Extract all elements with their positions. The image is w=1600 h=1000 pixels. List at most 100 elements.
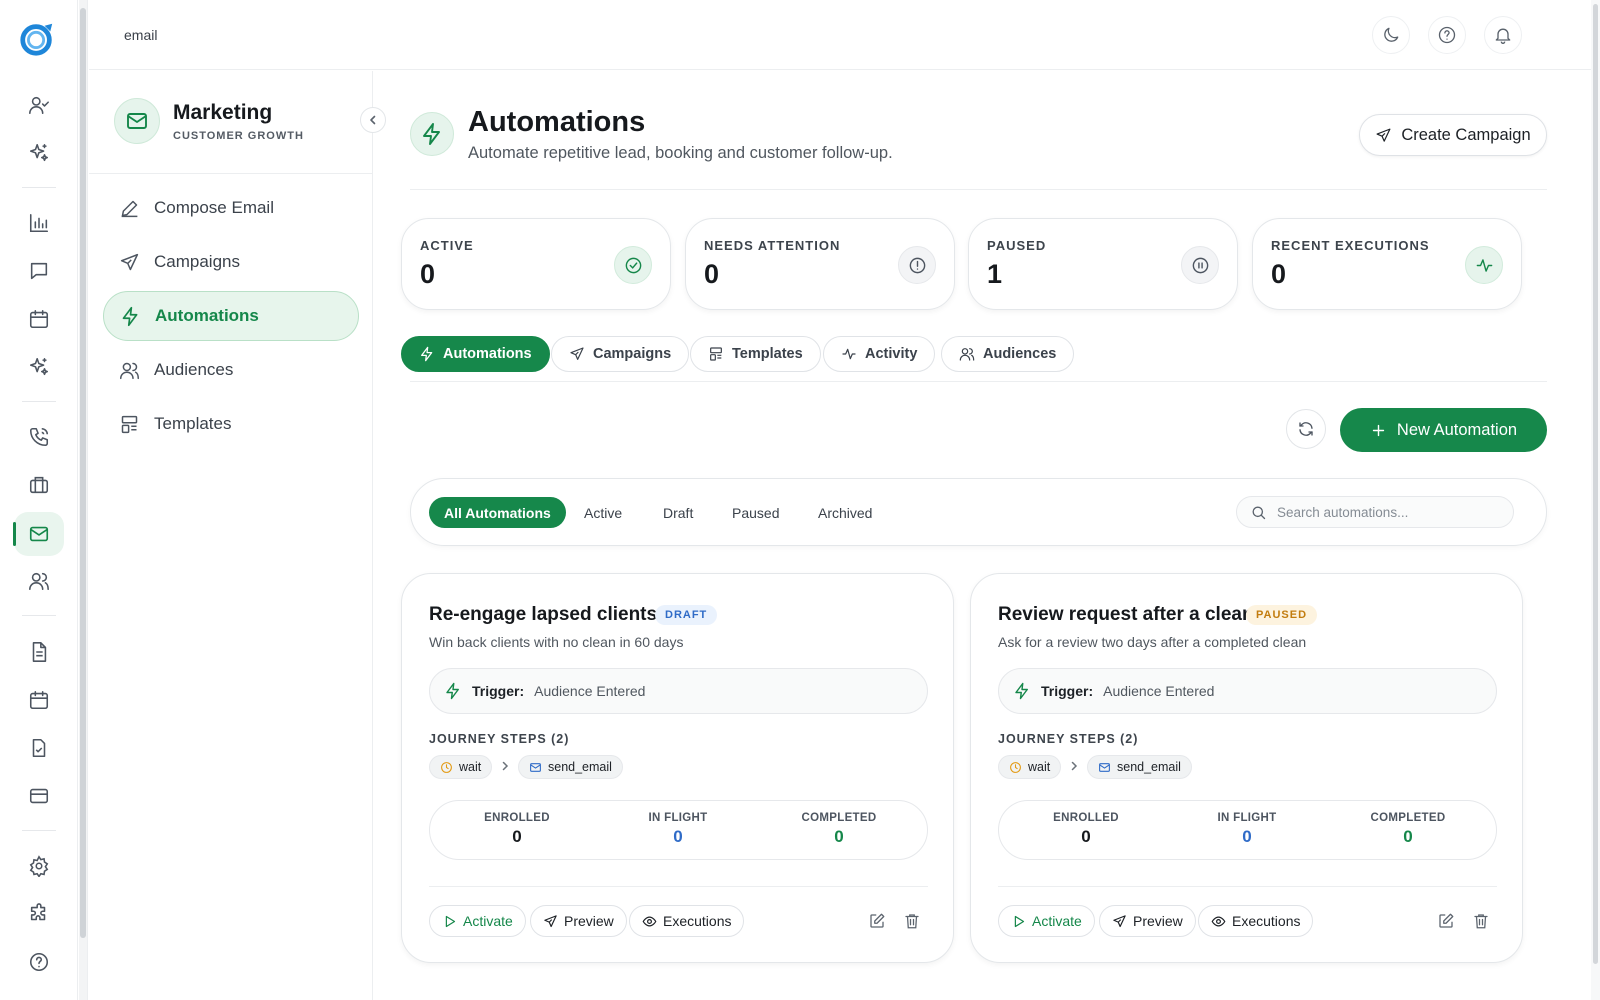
search-icon: [1252, 506, 1266, 519]
stat-label: RECENT EXECUTIONS: [1271, 238, 1430, 253]
metric-value: 0: [1242, 827, 1252, 846]
alert-circle-icon: [898, 246, 936, 284]
rail-divider: [22, 401, 56, 402]
pencil-icon: [121, 200, 138, 217]
chart-icon[interactable]: [24, 208, 54, 238]
create-campaign-button[interactable]: Create Campaign: [1359, 114, 1547, 156]
tab-templates[interactable]: Templates: [690, 336, 821, 372]
calendar-icon[interactable]: [24, 304, 54, 334]
tab-label: Automations: [443, 346, 532, 362]
search-field[interactable]: [1236, 496, 1514, 528]
bolt-icon: [1015, 682, 1028, 700]
collapse-sidebar-button[interactable]: [360, 107, 386, 133]
trigger-label: Trigger:: [472, 683, 525, 699]
trash-icon[interactable]: [1470, 910, 1492, 932]
edit-icon[interactable]: [866, 910, 888, 932]
automation-title[interactable]: Re-engage lapsed clients: [429, 604, 657, 626]
moon-icon[interactable]: [1372, 16, 1410, 54]
filter-active[interactable]: Active: [569, 497, 637, 528]
activate-button[interactable]: Activate: [429, 905, 526, 937]
status-badge: DRAFT: [655, 605, 718, 625]
filter-draft[interactable]: Draft: [648, 497, 708, 528]
mail-icon: [114, 98, 160, 144]
trigger-row: Trigger: Audience Entered: [998, 668, 1497, 714]
tab-label: Campaigns: [593, 346, 672, 362]
activate-label: Activate: [463, 913, 513, 929]
journey-steps-label: JOURNEY STEPS (2): [998, 732, 1139, 746]
gear-icon[interactable]: [24, 851, 54, 881]
mail-icon: [1099, 762, 1110, 772]
filter-bar: All Automations Active Draft Paused Arch…: [410, 478, 1547, 546]
phone-icon[interactable]: [24, 422, 54, 452]
mail-icon[interactable]: [13, 512, 64, 556]
filter-all-automations[interactable]: All Automations: [429, 497, 566, 528]
sidebar-item-campaigns[interactable]: Campaigns: [103, 237, 359, 287]
rail-scrollbar-thumb[interactable]: [80, 8, 86, 938]
document-icon[interactable]: [24, 637, 54, 667]
sidebar-item-automations[interactable]: Automations: [103, 291, 359, 341]
eye-icon: [642, 916, 657, 926]
executions-button[interactable]: Executions: [629, 905, 745, 937]
step-chip-wait[interactable]: wait: [429, 755, 493, 779]
rail-scrollbar[interactable]: [79, 0, 88, 1000]
page-scrollbar-thumb[interactable]: [1593, 4, 1598, 964]
executions-label: Executions: [663, 913, 732, 929]
briefcase-icon[interactable]: [24, 470, 54, 500]
step-chip-send-email[interactable]: send_email: [518, 755, 623, 779]
filter-archived[interactable]: Archived: [803, 497, 887, 528]
step-chip-wait[interactable]: wait: [998, 755, 1062, 779]
users-icon: [959, 348, 975, 361]
metric-completed: COMPLETED 0: [769, 812, 909, 847]
metric-in-flight: IN FLIGHT 0: [1177, 812, 1317, 847]
activate-button[interactable]: Activate: [998, 905, 1095, 937]
rail-divider: [22, 830, 56, 831]
trash-icon[interactable]: [901, 910, 923, 932]
sidebar-item-audiences[interactable]: Audiences: [103, 345, 359, 395]
tab-label: Audiences: [983, 346, 1057, 362]
help-icon[interactable]: [24, 947, 54, 977]
bell-icon[interactable]: [1484, 16, 1522, 54]
step-chip-send-email[interactable]: send_email: [1087, 755, 1192, 779]
tab-activity[interactable]: Activity: [823, 336, 936, 372]
preview-button[interactable]: Preview: [1099, 905, 1196, 937]
tab-automations[interactable]: Automations: [401, 336, 550, 372]
metric-value: 0: [1403, 827, 1413, 846]
trigger-value: Audience Entered: [1103, 683, 1215, 699]
filter-paused[interactable]: Paused: [717, 497, 794, 528]
users-icon[interactable]: [24, 566, 54, 596]
sidebar-item-compose-email[interactable]: Compose Email: [103, 183, 359, 233]
credit-card-icon[interactable]: [24, 781, 54, 811]
help-icon[interactable]: [1428, 16, 1466, 54]
sidebar-item-label: Automations: [155, 306, 259, 325]
clipboard-check-icon[interactable]: [24, 733, 54, 763]
new-automation-button[interactable]: New Automation: [1340, 408, 1547, 452]
step-label: wait: [1028, 760, 1051, 774]
sidebar-item-templates[interactable]: Templates: [103, 399, 359, 449]
metric-label: COMPLETED: [1370, 812, 1446, 824]
chevron-right-icon: [1071, 761, 1078, 771]
edit-icon[interactable]: [1435, 910, 1457, 932]
stat-card-active: ACTIVE 0: [401, 218, 671, 310]
bolt-icon: [122, 306, 138, 326]
tab-audiences[interactable]: Audiences: [941, 336, 1075, 372]
automation-title[interactable]: Review request after a clean: [998, 604, 1254, 626]
template-icon: [121, 415, 138, 433]
create-campaign-label: Create Campaign: [1401, 125, 1531, 144]
page-scrollbar[interactable]: [1591, 0, 1600, 1000]
chat-icon[interactable]: [24, 256, 54, 286]
contact-icon[interactable]: [24, 90, 54, 120]
send-icon: [120, 253, 139, 270]
executions-button[interactable]: Executions: [1198, 905, 1314, 937]
section-sidebar: Marketing CUSTOMER GROWTH Compose Email …: [89, 71, 386, 1000]
refresh-button[interactable]: [1286, 409, 1326, 449]
calendar-icon[interactable]: [24, 685, 54, 715]
metric-value: 0: [512, 827, 522, 846]
tab-campaigns[interactable]: Campaigns: [551, 336, 690, 372]
preview-button[interactable]: Preview: [530, 905, 627, 937]
sparkles-icon[interactable]: [24, 138, 54, 168]
sparkles-icon[interactable]: [24, 352, 54, 382]
app-logo-icon[interactable]: [18, 20, 56, 58]
page-subtitle: Automate repetitive lead, booking and cu…: [468, 144, 893, 162]
puzzle-icon[interactable]: [24, 899, 54, 929]
search-input[interactable]: [1277, 504, 1497, 520]
